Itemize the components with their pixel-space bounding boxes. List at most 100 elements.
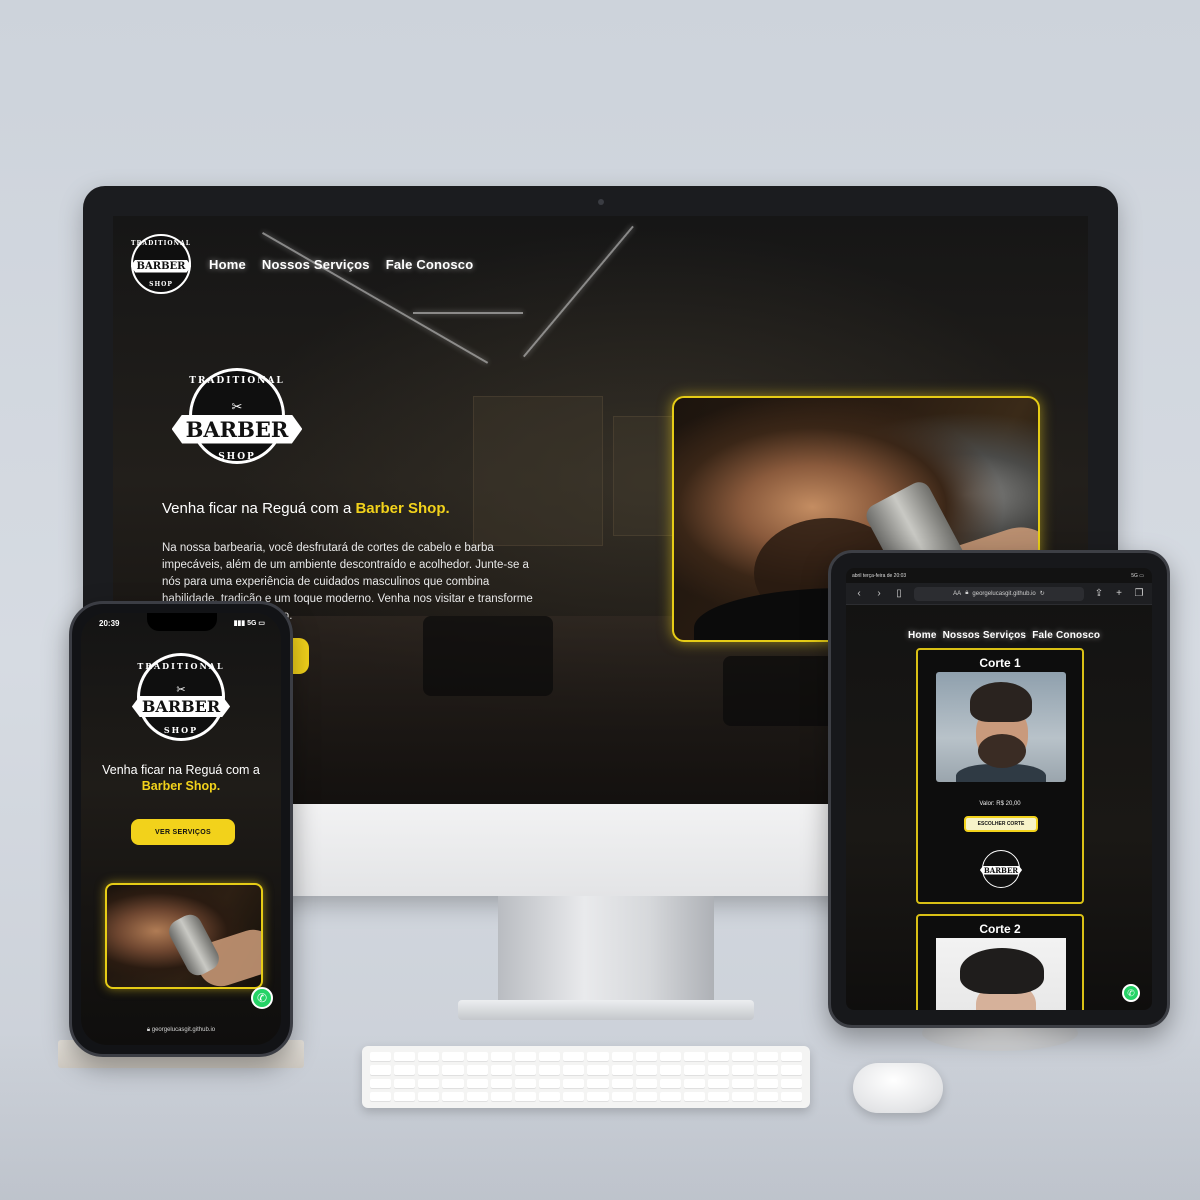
keyboard-key [587,1091,609,1102]
card-title: Corte 2 [979,922,1021,936]
tabs-icon[interactable]: ❐ [1134,588,1144,599]
keyboard-key [370,1078,392,1089]
keyboard-key [780,1091,802,1102]
keyboard-key [684,1078,706,1089]
hero-tagline: Venha ficar na Reguá com a Barber Shop. [162,500,450,517]
tagline-prefix: Venha ficar na Reguá com a [162,500,352,517]
logo-top-text: TRADITIONAL [189,376,285,386]
keyboard-key [708,1091,730,1102]
chevron-left-icon[interactable]: ‹ [854,588,864,599]
keyboard-key [635,1065,657,1076]
nav-home[interactable]: Home [908,630,937,641]
keyboard-key [780,1065,802,1076]
keyboard-key [418,1065,440,1076]
keyboard-key [442,1091,464,1102]
haircut-photo [936,672,1066,782]
keyboard-key [587,1065,609,1076]
keyboard-key [756,1091,778,1102]
url-text: georgelucasgit.github.io [151,1027,216,1033]
sidebar-icon[interactable]: ▯ [894,588,904,599]
address-bar[interactable]: AA 🔒︎ georgelucasgit.github.io ↻ [914,586,1084,601]
text-size-button[interactable]: AA [953,591,961,597]
keyboard-key [659,1052,682,1063]
keyboard-key [466,1065,488,1076]
monitor-stand-base [458,1000,754,1020]
keyboard-key [587,1052,609,1063]
photo-beard [978,734,1026,768]
keyboard-key [732,1078,754,1089]
logo-bottom-text: SHOP [218,452,256,462]
keyboard-key [466,1091,488,1102]
keyboard-key [635,1091,657,1102]
network-label: 5G [1131,573,1138,579]
logo-bottom-text: SHOP [163,725,199,735]
share-icon[interactable]: ⇪ [1094,588,1104,599]
nav-contact[interactable]: Fale Conosco [386,257,474,272]
photo-hair [960,948,1044,994]
keyboard-key [418,1052,440,1063]
phone-url-bar[interactable]: 🔒︎ georgelucasgit.github.io [81,1027,281,1034]
keyboard-key [442,1065,464,1076]
keyboard-key [684,1091,706,1102]
phone-tagline: Venha ficar na Reguá com a Barber Shop. [95,762,267,794]
keyboard-key [732,1091,754,1102]
background-shelf [473,396,603,546]
keyboard-key [466,1052,488,1063]
keyboard-key [394,1065,416,1076]
keyboard-key [466,1078,488,1089]
smartphone: 20:39 ▮▮▮ 5G ▭ TRADITIONAL ✂ BARBER SHOP… [69,601,293,1057]
keyboard-key [756,1052,778,1063]
nav-services[interactable]: Nossos Serviços [943,630,1027,641]
whatsapp-icon[interactable]: ✆ [1122,984,1140,1002]
whatsapp-icon[interactable]: ✆ [251,987,273,1009]
scissors-icon: ✂ [231,398,243,414]
logo-banner: BARBER [979,865,1023,875]
nav-services[interactable]: Nossos Serviços [262,257,370,272]
ceiling-light [413,312,523,314]
phone-screen: 20:39 ▮▮▮ 5G ▭ TRADITIONAL ✂ BARBER SHOP… [81,613,281,1045]
logo-small[interactable]: TRADITIONAL BARBER SHOP [129,232,193,296]
keyboard-key [635,1052,657,1063]
keyboard-key [514,1065,537,1076]
reload-icon[interactable]: ↻ [1040,590,1045,597]
tagline-accent: Barber Shop. [141,779,221,793]
keyboard-key [659,1065,682,1076]
keyboard-key [611,1052,633,1063]
view-services-button[interactable]: VER SERVIÇOS [131,819,235,845]
card-price: Valor: R$ 20,00 [979,801,1021,807]
keyboard-key [563,1065,585,1076]
scissors-icon: ✂ [176,684,186,696]
keyboard-key [442,1052,464,1063]
plus-icon[interactable]: + [1114,588,1124,599]
keyboard-key [394,1078,416,1089]
hero-logo: TRADITIONAL ✂ BARBER SHOP [163,366,311,472]
nav-contact[interactable]: Fale Conosco [1032,630,1100,641]
keyboard-key [514,1052,537,1063]
battery-icon: ▭ [1139,573,1144,579]
tagline-accent: Barber Shop. [355,500,450,517]
nav-home[interactable]: Home [209,257,246,272]
keyboard-key [732,1052,754,1063]
logo-top-text: TRADITIONAL [131,240,191,247]
chevron-right-icon[interactable]: › [874,588,884,599]
keyboard-key [659,1078,682,1089]
logo-banner: BARBER [171,414,303,444]
status-network: ▮▮▮ 5G ▭ [234,619,265,627]
keyboard-key [418,1091,440,1102]
mockup-scene: TRADITIONAL BARBER SHOP Home Nossos Serv… [0,0,1200,1200]
keyboard-key [514,1091,537,1102]
keyboard-key [611,1091,633,1102]
keyboard-key [563,1052,585,1063]
keyboard-key [563,1091,585,1102]
address-text: georgelucasgit.github.io [972,590,1036,597]
choose-cut-button[interactable]: ESCOLHER CORTE [964,816,1038,832]
tagline-prefix: Venha ficar na Reguá com a [102,763,260,777]
service-card: Corte 2 [916,914,1084,1010]
barber-chair [423,616,553,696]
keyboard-key [490,1052,512,1063]
keyboard-key [539,1052,561,1063]
keyboard-key [563,1078,585,1089]
phone-logo: TRADITIONAL ✂ BARBER SHOP [131,651,231,747]
background-shelf [613,416,673,536]
camera-dot [598,199,604,205]
